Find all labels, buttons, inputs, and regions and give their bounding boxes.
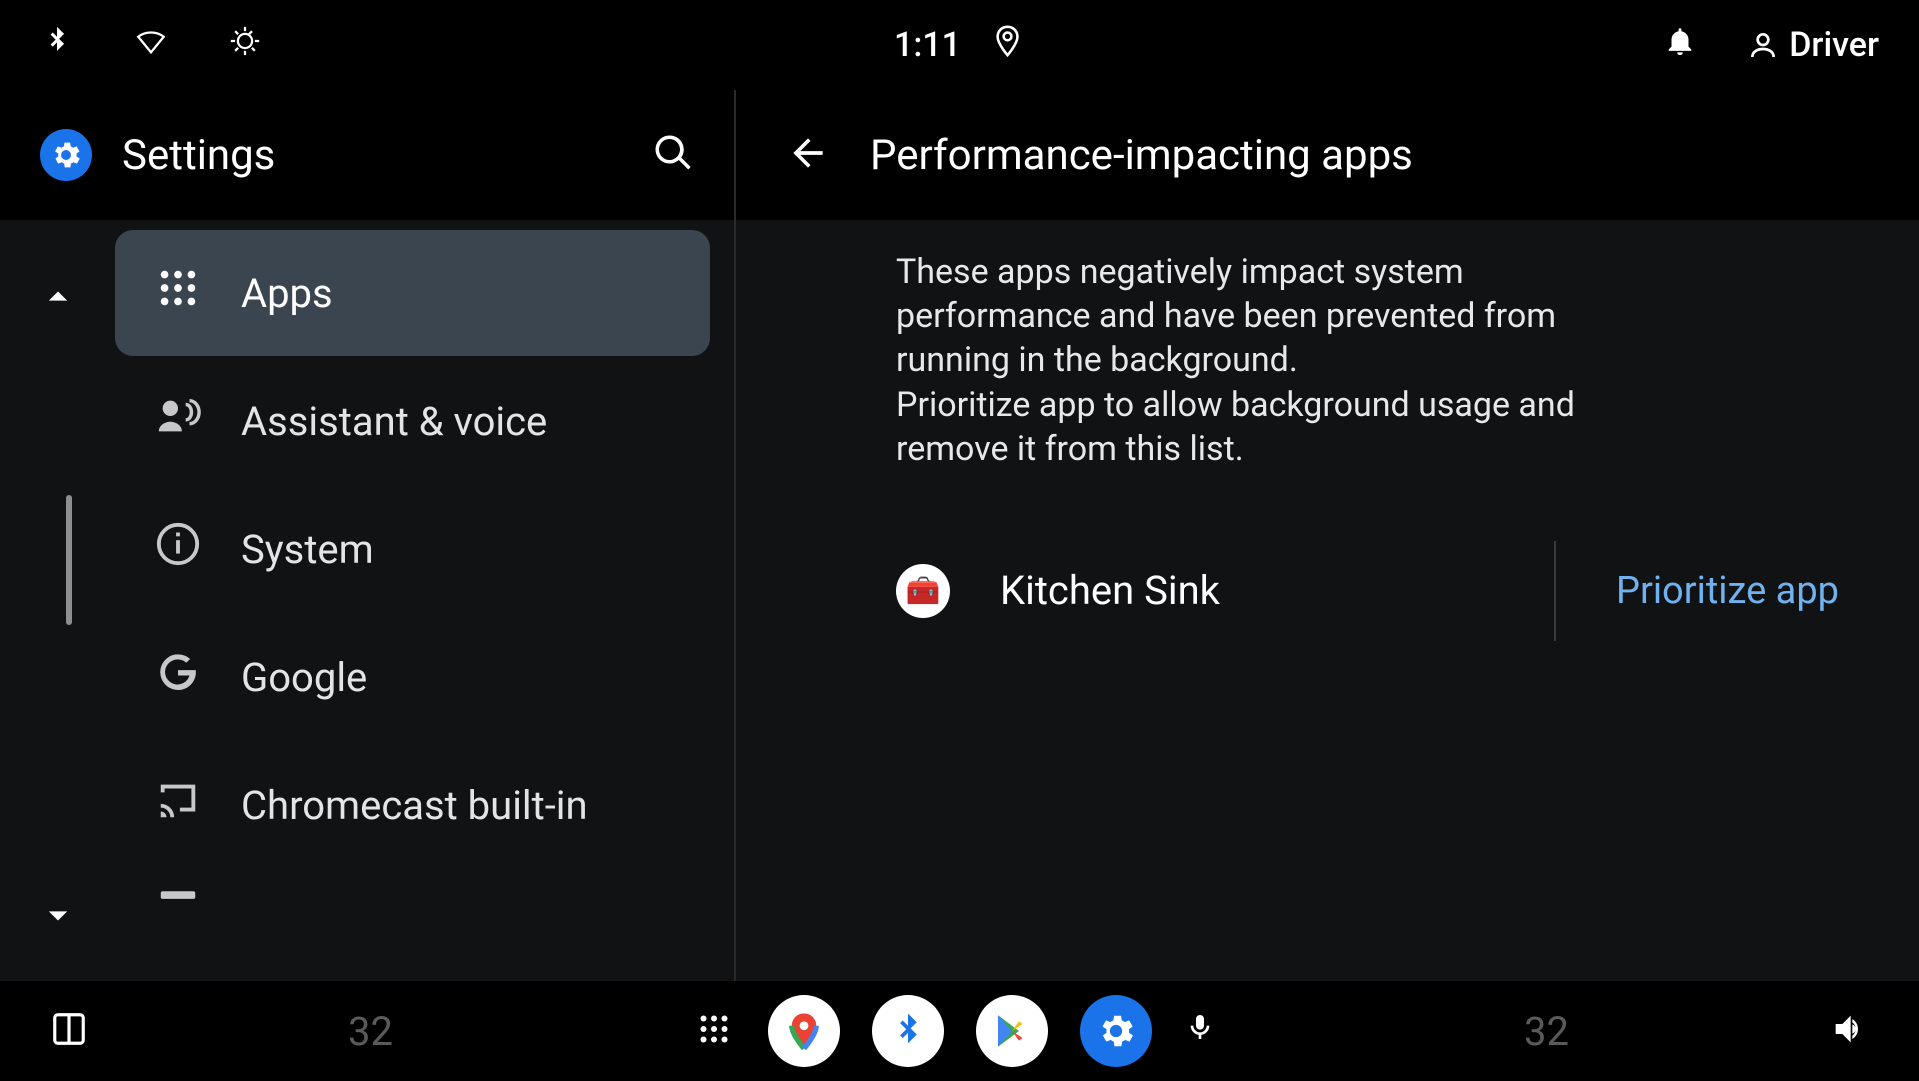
cast-icon — [155, 777, 201, 833]
user-profile-button[interactable]: Driver — [1747, 25, 1879, 65]
scroll-up-button[interactable] — [36, 275, 80, 323]
apps-grid-icon — [155, 265, 201, 321]
system-bottom-bar: 32 32 — [0, 981, 1919, 1081]
wifi-icon — [134, 24, 168, 66]
nav-item-label: Google — [241, 654, 367, 701]
settings-sidebar: Settings Apps — [0, 90, 736, 981]
scroll-indicator — [66, 495, 72, 625]
prioritize-app-button[interactable]: Prioritize app — [1616, 569, 1839, 613]
app-info-button[interactable]: 🧰 Kitchen Sink — [896, 564, 1534, 618]
temperature-left[interactable]: 32 — [348, 1008, 393, 1055]
dock-maps-button[interactable] — [768, 995, 840, 1067]
dock-play-store-button[interactable] — [976, 995, 1048, 1067]
settings-gear-icon — [40, 129, 92, 181]
detail-pane: Performance-impacting apps These apps ne… — [736, 90, 1919, 981]
brightness-icon — [228, 24, 262, 66]
back-button[interactable] — [786, 131, 830, 179]
row-divider — [1554, 541, 1556, 641]
content-area: Settings Apps — [0, 90, 1919, 981]
app-icon: 🧰 — [896, 564, 950, 618]
generic-icon — [155, 870, 201, 910]
detail-description: These apps negatively impact system perf… — [896, 250, 1656, 471]
nav-item-system[interactable]: System — [115, 486, 710, 612]
settings-header: Settings — [0, 90, 734, 220]
location-icon — [991, 24, 1025, 67]
app-row: 🧰 Kitchen Sink Prioritize app — [896, 531, 1839, 651]
nav-item-apps[interactable]: Apps — [115, 230, 710, 356]
detail-title: Performance-impacting apps — [870, 131, 1413, 180]
nav-item-assistant-voice[interactable]: Assistant & voice — [115, 358, 710, 484]
clock-time: 1:11 — [894, 25, 961, 65]
google-g-icon — [155, 649, 201, 705]
volume-icon[interactable] — [1829, 1009, 1869, 1053]
app-launcher-button[interactable] — [696, 1011, 736, 1051]
nav-item-label: Apps — [241, 270, 333, 317]
nav-item-label: System — [241, 526, 374, 573]
detail-header: Performance-impacting apps — [736, 90, 1919, 220]
notification-bell-icon[interactable] — [1663, 24, 1697, 66]
nav-item-label: Assistant & voice — [241, 398, 547, 445]
temperature-right[interactable]: 32 — [1524, 1008, 1569, 1055]
voice-assistant-button[interactable] — [1184, 1011, 1224, 1051]
nav-item-chromecast[interactable]: Chromecast built-in — [115, 742, 710, 868]
bluetooth-icon — [40, 24, 74, 66]
user-profile-label: Driver — [1789, 25, 1879, 65]
settings-nav-list: Apps Assistant & voice System — [115, 220, 734, 981]
dock-bluetooth-button[interactable] — [872, 995, 944, 1067]
app-name-label: Kitchen Sink — [1000, 567, 1220, 614]
scroll-down-button[interactable] — [36, 893, 80, 941]
status-bar: 1:11 Driver — [0, 0, 1919, 90]
nav-item-label: Chromecast built-in — [241, 782, 588, 829]
dashboard-icon[interactable] — [50, 1010, 88, 1052]
assistant-voice-icon — [155, 393, 201, 449]
settings-title: Settings — [122, 131, 622, 180]
dock-settings-button[interactable] — [1080, 995, 1152, 1067]
app-dock — [696, 995, 1224, 1067]
info-icon — [155, 521, 201, 577]
nav-item-partial[interactable] — [115, 870, 710, 910]
nav-item-google[interactable]: Google — [115, 614, 710, 740]
search-button[interactable] — [652, 132, 694, 178]
